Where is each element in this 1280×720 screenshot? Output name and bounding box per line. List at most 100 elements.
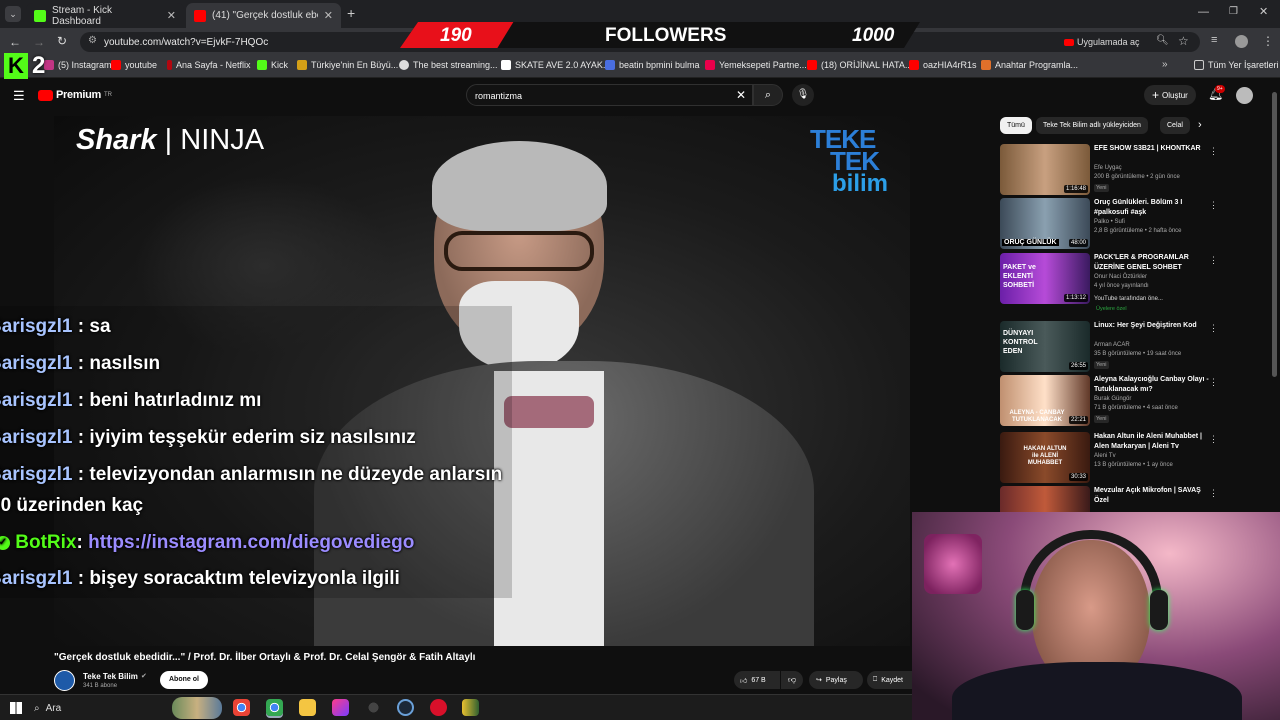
recommended-video[interactable]: DÜNYAYI KONTROL EDEN 26:55 Linux: Her Şey… — [1000, 321, 1218, 373]
close-window-icon[interactable]: ✕ — [1259, 5, 1268, 18]
bookmark-item[interactable]: The best streaming... — [399, 60, 498, 70]
chrome-icon[interactable] — [233, 699, 250, 716]
video-channel[interactable]: Burak Güngör — [1094, 396, 1131, 402]
video-title[interactable]: Oruç Günlükleri. Bölüm 3 I #palkosufi #a… — [1094, 198, 1212, 218]
clear-search-icon[interactable]: ✕ — [736, 88, 746, 102]
video-channel[interactable]: Onur Naci Öztürkler — [1094, 274, 1147, 280]
all-bookmarks-button[interactable]: Tüm Yer İşaretleri — [1194, 60, 1279, 70]
video-title[interactable]: Hakan Altun ile Aleni Muhabbet | Alen Ma… — [1094, 432, 1212, 452]
video-title[interactable]: Aleyna Kalaycıoğlu Canbay Olayı - Tutukl… — [1094, 375, 1212, 395]
back-arrow-icon[interactable]: ← — [9, 35, 21, 49]
menu-dots-icon[interactable]: ⋮ — [1262, 34, 1274, 48]
video-title[interactable]: Linux: Her Şeyi Değiştiren Kod — [1094, 321, 1212, 331]
minimize-icon[interactable]: — — [1198, 6, 1209, 18]
video-thumbnail[interactable]: DÜNYAYI KONTROL EDEN 26:55 — [1000, 321, 1090, 372]
bookmark-item[interactable]: Kick — [257, 60, 288, 70]
chip-from-uploader[interactable]: Teke Tek Bilim adlı yükleyiciden — [1036, 117, 1148, 134]
windows-start-icon[interactable] — [10, 702, 22, 714]
recommended-video[interactable]: ORUÇ GÜNLÜK 48:00 Oruç Günlükleri. Bölüm … — [1000, 198, 1218, 250]
more-options-icon[interactable]: ⋮ — [1209, 200, 1218, 211]
video-title[interactable]: Mevzular Açık Mikrofon | SAVAŞ Özel — [1094, 486, 1212, 506]
media-app-icon[interactable] — [332, 699, 349, 716]
close-tab-icon[interactable]: ✕ — [167, 9, 176, 22]
more-options-icon[interactable]: ⋮ — [1209, 323, 1218, 334]
chat-link[interactable]: https://instagram.com/diegovediego — [88, 532, 414, 553]
video-title[interactable]: EFE SHOW S3B21 | KHONTKAR — [1094, 144, 1212, 154]
recommended-video[interactable]: Mevzular Açık Mikrofon | SAVAŞ Özel ⋮ — [1000, 486, 1218, 512]
bookmark-item[interactable]: Türkiye'nin En Büyü... — [297, 60, 398, 70]
create-button[interactable]: + Oluştur — [1144, 85, 1196, 105]
video-channel[interactable]: Efe Uygaç — [1094, 165, 1122, 171]
tab-youtube-video[interactable]: (41) "Gerçek dostluk ebedidir..." ✕ — [186, 3, 341, 28]
recording-app-icon[interactable] — [430, 699, 447, 716]
file-explorer-icon[interactable] — [299, 699, 316, 716]
close-tab-icon[interactable]: ✕ — [324, 9, 333, 22]
video-thumbnail[interactable]: PAKET ve EKLENTİ SOHBETİ 1:13:12 — [1000, 253, 1090, 304]
recommended-video[interactable]: PAKET ve EKLENTİ SOHBETİ 1:13:12 PACK'LER… — [1000, 253, 1218, 312]
chat-text: : nasılsın — [77, 353, 161, 374]
reload-icon[interactable]: ↻ — [57, 34, 67, 48]
chip-all[interactable]: Tümü — [1000, 117, 1032, 134]
dislike-button[interactable]: 👎︎ — [781, 671, 803, 689]
video-thumbnail[interactable]: ORUÇ GÜNLÜK 48:00 — [1000, 198, 1090, 249]
bookmark-item[interactable]: SKATE AVE 2.0 AYAK... — [501, 60, 610, 70]
search-button[interactable]: ⌕ — [753, 84, 783, 106]
more-options-icon[interactable]: ⋮ — [1209, 146, 1218, 157]
video-thumbnail[interactable]: HAKAN ALTUN ile ALENİ MUHABBET 30:33 — [1000, 432, 1090, 483]
video-channel[interactable]: Arman ACAR — [1094, 342, 1130, 348]
chip-celal[interactable]: Celal — [1160, 117, 1190, 134]
video-thumbnail[interactable]: ALEYNA - CANBAY TUTUKLANACAK 22:21 — [1000, 375, 1090, 426]
site-info-icon[interactable]: ⚙ — [88, 35, 97, 46]
more-options-icon[interactable]: ⋮ — [1209, 488, 1218, 499]
forward-arrow-icon[interactable]: → — [33, 35, 45, 49]
save-button[interactable]: ⎕ Kaydet — [867, 671, 912, 689]
account-avatar[interactable] — [1236, 87, 1253, 104]
recommended-video[interactable]: HAKAN ALTUN ile ALENİ MUHABBET 30:33 Haka… — [1000, 432, 1218, 484]
youtube-logo[interactable]: Premium TR — [38, 89, 112, 101]
bookmark-star-icon[interactable]: ☆ — [1178, 34, 1189, 48]
recommended-video[interactable]: ALEYNA - CANBAY TUTUKLANACAK 22:21 Aleyna… — [1000, 375, 1218, 427]
app-icon[interactable] — [462, 699, 479, 716]
new-badge: Yeni — [1094, 361, 1109, 369]
bookmark-item[interactable]: Ana Sayfa - Netflix — [167, 60, 251, 70]
zoom-icon[interactable]: 🔍︎ — [1156, 35, 1169, 46]
channel-avatar[interactable] — [54, 670, 75, 691]
steam-icon[interactable] — [397, 699, 414, 716]
like-button[interactable]: 👍︎ 67 B — [734, 671, 780, 689]
bookmark-item[interactable]: (5) Instagram — [44, 60, 112, 70]
new-tab-plus-icon[interactable]: + — [347, 5, 355, 21]
search-input[interactable]: romantizma ✕ — [466, 84, 753, 106]
profile-avatar[interactable] — [1235, 35, 1248, 48]
video-channel[interactable]: Aleni Tv — [1094, 453, 1116, 459]
media-control-icon[interactable]: ≡ — [1211, 34, 1217, 46]
video-thumbnail[interactable]: 1:16:48 — [1000, 144, 1090, 195]
more-options-icon[interactable]: ⋮ — [1209, 255, 1218, 266]
video-channel[interactable]: Palko • Sufi — [1094, 219, 1125, 225]
restore-icon[interactable]: ❐ — [1229, 6, 1238, 17]
recommended-video[interactable]: 1:16:48 EFE SHOW S3B21 | KHONTKAR Efe Uy… — [1000, 144, 1218, 196]
video-title[interactable]: PACK'LER & PROGRAMLAR ÜZERİNE GENEL SOHB… — [1094, 253, 1212, 273]
chip-scroll-right-icon[interactable]: › — [1198, 119, 1202, 131]
bookmark-item[interactable]: beatin bpmini bulma — [605, 60, 700, 70]
tab-kick-dashboard[interactable]: Stream - Kick Dashboard ✕ — [26, 3, 184, 28]
open-in-app-button[interactable]: Uygulamada aç — [1064, 35, 1140, 49]
share-button[interactable]: ↪ Paylaş — [809, 671, 863, 689]
more-options-icon[interactable]: ⋮ — [1209, 377, 1218, 388]
bookmark-item[interactable]: youtube — [111, 60, 157, 70]
bookmark-item[interactable]: oazHIA4rR1s — [909, 60, 977, 70]
bookmark-item[interactable]: Anahtar Programla... — [981, 60, 1078, 70]
bookmark-item[interactable]: (18) ORİJİNAL HATA... — [807, 60, 912, 70]
video-thumbnail[interactable] — [1000, 486, 1090, 512]
subscribe-button[interactable]: Abone ol — [160, 671, 208, 689]
more-options-icon[interactable]: ⋮ — [1209, 434, 1218, 445]
hamburger-menu-icon[interactable]: ☰ — [13, 88, 25, 104]
page-scrollbar[interactable] — [1272, 92, 1277, 377]
tab-search-button[interactable]: ⌄ — [5, 6, 21, 22]
more-bookmarks-icon[interactable]: » — [1162, 59, 1168, 70]
obs-icon[interactable] — [365, 699, 382, 716]
channel-name[interactable]: Teke Tek Bilim — [83, 672, 138, 681]
video-meta: 4 yıl önce yayınlandı — [1094, 283, 1149, 289]
bookmark-item[interactable]: Yemeksepeti Partne... — [705, 60, 807, 70]
voice-search-icon[interactable]: 🎙︎ — [792, 84, 814, 106]
chrome-profile-icon[interactable] — [266, 699, 283, 716]
